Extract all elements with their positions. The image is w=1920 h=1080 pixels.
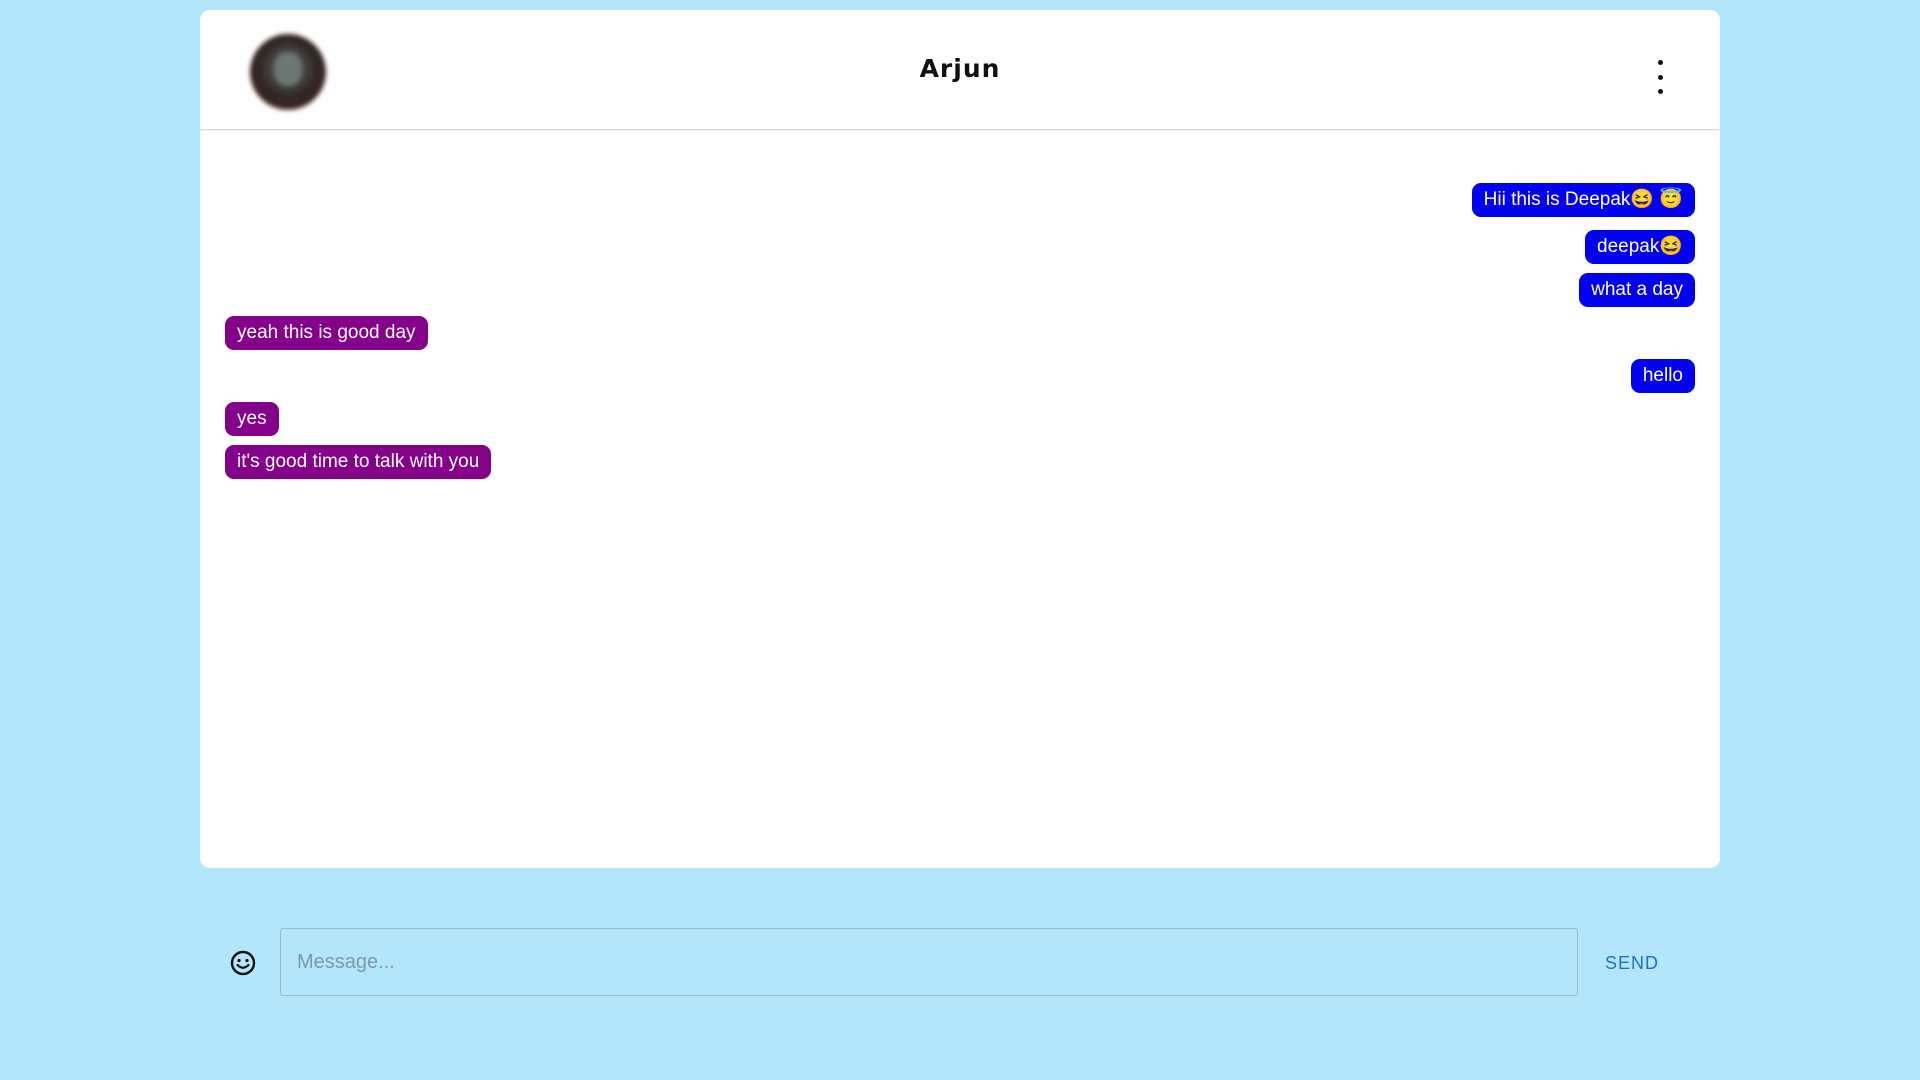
message-bubble-sent: what a day (1579, 273, 1695, 307)
more-options-button[interactable] (1648, 60, 1672, 94)
send-button[interactable]: SEND (1595, 945, 1669, 981)
emoji-picker-button[interactable] (230, 950, 256, 976)
message-input[interactable] (280, 928, 1578, 996)
chat-header: Arjun (200, 10, 1720, 130)
message-list: Hii this is Deepak😆 😇 deepak😆 what a day… (200, 130, 1720, 868)
message-bubble-sent: hello (1630, 359, 1695, 393)
message-composer: SEND (200, 928, 1720, 998)
message-bubble-received: yeah this is good day (225, 316, 428, 350)
smiley-face-icon (230, 950, 256, 976)
more-vertical-icon (1657, 60, 1663, 65)
message-bubble-received: it's good time to talk with you (225, 445, 492, 479)
message-bubble-sent: Hii this is Deepak😆 😇 (1471, 183, 1695, 217)
chat-window: Arjun Hii this is Deepak😆 😇 deepak😆 what… (200, 10, 1720, 868)
message-bubble-received: yes (225, 402, 279, 436)
contact-name: Arjun (919, 54, 1001, 83)
message-bubble-sent: deepak😆 (1585, 230, 1695, 264)
